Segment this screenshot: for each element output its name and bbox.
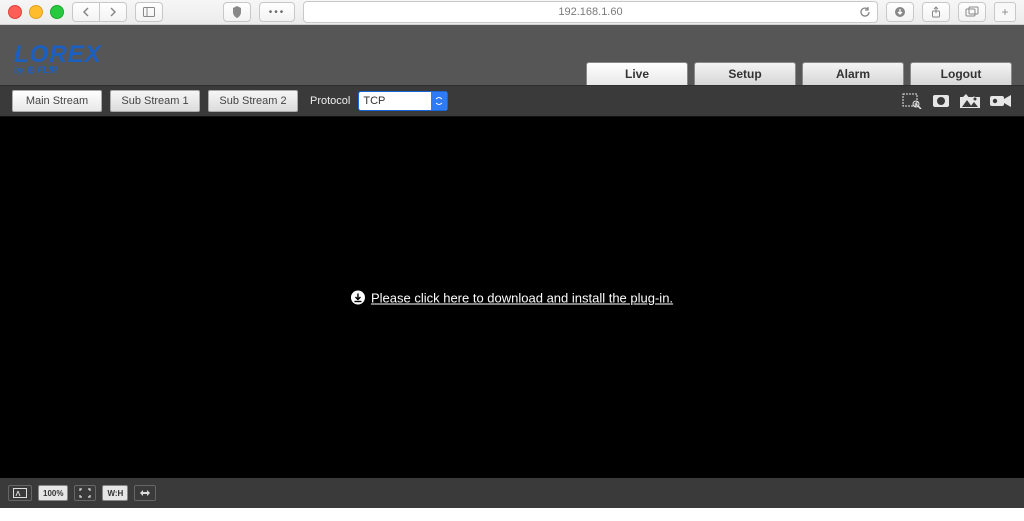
brand-logo: LOREX by FLIR (14, 41, 102, 75)
plugin-download-text: Please click here to download and instal… (371, 290, 673, 305)
download-arrow-icon (351, 291, 365, 305)
video-record-icon[interactable] (990, 94, 1012, 108)
back-button[interactable] (72, 2, 100, 22)
brand-byline: by (14, 65, 24, 75)
close-window-button[interactable] (8, 5, 22, 19)
video-viewport: Please click here to download and instal… (0, 117, 1024, 478)
ptz-icon[interactable] (134, 485, 156, 501)
stream-toolbar: Main Stream Sub Stream 1 Sub Stream 2 Pr… (0, 86, 1024, 117)
main-stream-button[interactable]: Main Stream (12, 90, 102, 112)
address-bar[interactable]: 192.168.1.60 (303, 1, 878, 23)
tab-live[interactable]: Live (586, 62, 688, 85)
main-nav: Live Setup Alarm Logout (586, 62, 1012, 85)
tab-setup[interactable]: Setup (694, 62, 796, 85)
bottom-bar: 100% W:H (0, 478, 1024, 508)
new-tab-button[interactable]: + (994, 2, 1016, 22)
forward-button[interactable] (100, 2, 127, 22)
record-icon[interactable] (932, 93, 950, 109)
protocol-select[interactable]: TCP (358, 91, 448, 111)
window-controls (8, 5, 64, 19)
aspect-ratio-button[interactable]: W:H (102, 485, 128, 501)
share-button[interactable] (922, 2, 950, 22)
fullscreen-icon[interactable] (74, 485, 96, 501)
extensions-button[interactable]: ••• (259, 2, 295, 22)
protocol-value: TCP (363, 95, 385, 107)
browser-titlebar: ••• 192.168.1.60 + (0, 0, 1024, 25)
nav-back-forward (72, 2, 127, 22)
shield-button[interactable] (223, 2, 251, 22)
osd-toggle-icon[interactable] (8, 485, 32, 501)
sub-stream-1-button[interactable]: Sub Stream 1 (110, 90, 200, 112)
sidebar-button[interactable] (135, 2, 163, 22)
url-text: 192.168.1.60 (558, 6, 622, 18)
chevron-down-icon (431, 92, 447, 110)
brand-sub: FLIR (38, 65, 58, 75)
tab-alarm[interactable]: Alarm (802, 62, 904, 85)
download-button[interactable] (886, 2, 914, 22)
roi-zoom-icon[interactable] (902, 93, 922, 109)
protocol-label: Protocol (310, 95, 350, 107)
tab-logout[interactable]: Logout (910, 62, 1012, 85)
zoom-window-button[interactable] (50, 5, 64, 19)
zoom-level-button[interactable]: 100% (38, 485, 68, 501)
tabs-button[interactable] (958, 2, 986, 22)
app-header: LOREX by FLIR Live Setup Alarm Logout (0, 25, 1024, 86)
reload-icon[interactable] (859, 6, 871, 18)
plugin-download-link[interactable]: Please click here to download and instal… (351, 290, 673, 305)
flir-icon (27, 66, 35, 74)
sub-stream-2-button[interactable]: Sub Stream 2 (208, 90, 298, 112)
snapshot-icon[interactable] (960, 94, 980, 108)
minimize-window-button[interactable] (29, 5, 43, 19)
